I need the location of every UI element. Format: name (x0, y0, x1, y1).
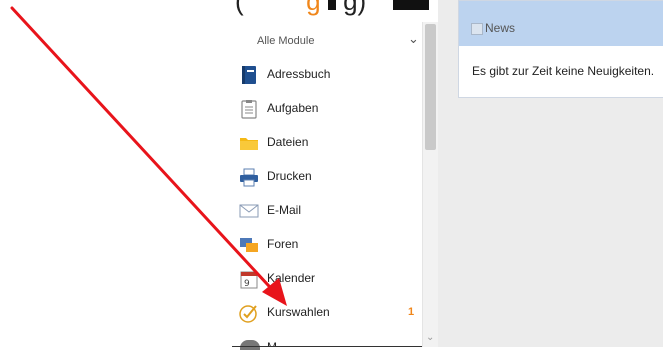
forum-icon (240, 238, 258, 252)
sidebar-item-label: Foren (267, 237, 299, 251)
scroll-down-icon[interactable]: ⌄ (426, 332, 434, 343)
news-panel: News Es gibt zur Zeit keine Neuigkeiten. (458, 0, 663, 98)
caption-plain-text: g) (343, 0, 367, 16)
sidebar-item-label: Kurswahlen (267, 305, 330, 319)
all-modules-label: Alle Module (257, 35, 315, 47)
sidebar-item-label: Dateien (267, 135, 309, 149)
caption-open-paren: ( (235, 0, 244, 16)
mail-icon (239, 204, 259, 218)
news-panel-title: News (485, 21, 516, 35)
scrollbar-thumb[interactable] (425, 24, 436, 150)
sidebar-item-kalender[interactable]: 9 Kalender (232, 262, 422, 296)
sidebar-item-aufgaben[interactable]: Aufgaben (232, 92, 422, 126)
folder-icon (240, 138, 258, 150)
sidebar-item-label: Kalender (267, 271, 316, 285)
caption-orange-text: g (306, 0, 321, 16)
printer-icon (240, 168, 258, 187)
sidebar-item-label: Drucken (267, 169, 312, 183)
sidebar-scrollbar[interactable]: ⌄ (422, 22, 438, 347)
sidebar-item-label: Adressbuch (267, 67, 331, 81)
sidebar-item-label: Aufgaben (267, 101, 319, 115)
svg-text:9: 9 (244, 279, 250, 289)
caption-redaction-block-2 (393, 0, 430, 10)
sidebar-item-label: E-Mail (267, 203, 302, 217)
address-book-icon (242, 66, 256, 84)
sidebar-item-dateien[interactable]: Dateien (232, 126, 422, 160)
notification-badge: 1 (408, 306, 415, 318)
main-content: News Es gibt zur Zeit keine Neuigkeiten. (438, 0, 663, 347)
sidebar-item-email[interactable]: E-Mail (232, 194, 422, 228)
news-panel-header: News (459, 1, 663, 46)
check-circle-icon (239, 305, 257, 323)
calendar-icon: 9 (240, 271, 258, 289)
sidebar-item-adressbuch[interactable]: Adressbuch (232, 58, 422, 92)
sidebar-item-drucken[interactable]: Drucken (232, 160, 422, 194)
all-modules-dropdown[interactable]: Alle Module ⌄ (232, 22, 422, 58)
module-sidebar: Alle Module ⌄ Adressbuch Aufgaben Dateie… (232, 22, 438, 350)
clipboard-icon (241, 100, 257, 119)
news-icon (471, 23, 483, 35)
sidebar-item-kurswahlen[interactable]: Kurswahlen 1 (232, 296, 422, 330)
chevron-down-icon[interactable]: ⌄ (408, 31, 419, 47)
caption-redaction-block (327, 0, 336, 10)
partial-module-icon (240, 340, 260, 350)
news-empty-message: Es gibt zur Zeit keine Neuigkeiten. (472, 64, 655, 78)
sidebar-item-foren[interactable]: Foren (232, 228, 422, 262)
